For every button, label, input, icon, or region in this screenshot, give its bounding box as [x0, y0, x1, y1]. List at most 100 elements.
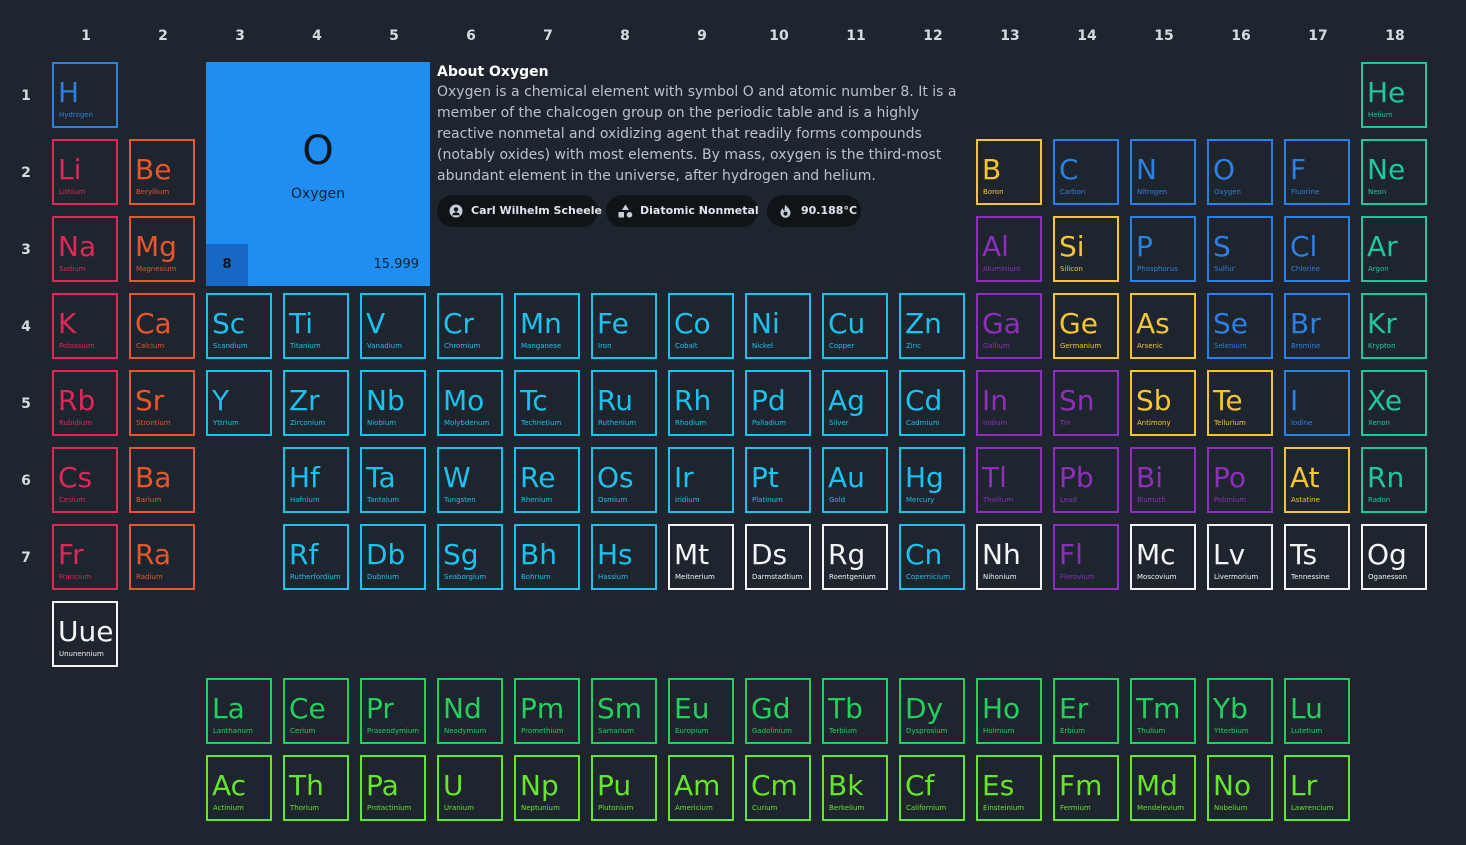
element-tile-nickel[interactable]: Ni Nickel — [745, 293, 811, 359]
element-tile-selenium[interactable]: Se Selenium — [1207, 293, 1273, 359]
element-tile-cerium[interactable]: Ce Cerium — [283, 678, 349, 744]
element-tile-europium[interactable]: Eu Europium — [668, 678, 734, 744]
element-tile-bismuth[interactable]: Bi Bismuth — [1130, 447, 1196, 513]
element-tile-manganese[interactable]: Mn Manganese — [514, 293, 580, 359]
category-chip[interactable]: Diatomic Nonmetal — [606, 195, 759, 227]
element-tile-actinium[interactable]: Ac Actinium — [206, 755, 272, 821]
element-tile-potassium[interactable]: K Potassium — [52, 293, 118, 359]
element-tile-magnesium[interactable]: Mg Magnesium — [129, 216, 195, 282]
element-tile-nitrogen[interactable]: N Nitrogen — [1130, 139, 1196, 205]
element-tile-astatine[interactable]: At Astatine — [1284, 447, 1350, 513]
element-tile-palladium[interactable]: Pd Palladium — [745, 370, 811, 436]
element-tile-fluorine[interactable]: F Fluorine — [1284, 139, 1350, 205]
element-tile-tellurium[interactable]: Te Tellurium — [1207, 370, 1273, 436]
element-tile-neon[interactable]: Ne Neon — [1361, 139, 1427, 205]
element-tile-cesium[interactable]: Cs Cesium — [52, 447, 118, 513]
element-tile-thallium[interactable]: Tl Thallium — [976, 447, 1042, 513]
element-tile-neodymium[interactable]: Nd Neodymium — [437, 678, 503, 744]
element-tile-lutetium[interactable]: Lu Lutetium — [1284, 678, 1350, 744]
element-tile-lead[interactable]: Pb Lead — [1053, 447, 1119, 513]
element-tile-thulium[interactable]: Tm Thulium — [1130, 678, 1196, 744]
element-tile-terbium[interactable]: Tb Terbium — [822, 678, 888, 744]
element-tile-curium[interactable]: Cm Curium — [745, 755, 811, 821]
element-tile-lanthanum[interactable]: La Lanthanum — [206, 678, 272, 744]
element-tile-rubidium[interactable]: Rb Rubidium — [52, 370, 118, 436]
element-tile-niobium[interactable]: Nb Niobium — [360, 370, 426, 436]
element-tile-helium[interactable]: He Helium — [1361, 62, 1427, 128]
element-tile-vanadium[interactable]: V Vanadium — [360, 293, 426, 359]
element-tile-rhodium[interactable]: Rh Rhodium — [668, 370, 734, 436]
element-tile-radium[interactable]: Ra Radium — [129, 524, 195, 590]
element-tile-indium[interactable]: In Indium — [976, 370, 1042, 436]
element-tile-aluminium[interactable]: Al Aluminium — [976, 216, 1042, 282]
discoverer-chip[interactable]: Carl Wilhelm Scheele — [437, 195, 602, 227]
element-tile-tin[interactable]: Sn Tin — [1053, 370, 1119, 436]
element-tile-americium[interactable]: Am Americium — [668, 755, 734, 821]
element-tile-protactinium[interactable]: Pa Protactinium — [360, 755, 426, 821]
element-tile-berkelium[interactable]: Bk Berkelium — [822, 755, 888, 821]
element-tile-krypton[interactable]: Kr Krypton — [1361, 293, 1427, 359]
element-tile-dysprosium[interactable]: Dy Dysprosium — [899, 678, 965, 744]
element-tile-sodium[interactable]: Na Sodium — [52, 216, 118, 282]
element-tile-chromium[interactable]: Cr Chromium — [437, 293, 503, 359]
element-tile-hafnium[interactable]: Hf Hafnium — [283, 447, 349, 513]
element-tile-strontium[interactable]: Sr Strontium — [129, 370, 195, 436]
element-tile-plutonium[interactable]: Pu Plutonium — [591, 755, 657, 821]
element-tile-flerovium[interactable]: Fl Flerovium — [1053, 524, 1119, 590]
element-tile-tennessine[interactable]: Ts Tennessine — [1284, 524, 1350, 590]
element-tile-holmium[interactable]: Ho Holmium — [976, 678, 1042, 744]
element-tile-copernicium[interactable]: Cn Copernicium — [899, 524, 965, 590]
element-tile-iridium[interactable]: Ir Iridium — [668, 447, 734, 513]
element-tile-copper[interactable]: Cu Copper — [822, 293, 888, 359]
element-tile-francium[interactable]: Fr Francium — [52, 524, 118, 590]
element-tile-bohrium[interactable]: Bh Bohrium — [514, 524, 580, 590]
element-tile-chlorine[interactable]: Cl Chlorine — [1284, 216, 1350, 282]
element-tile-roentgenium[interactable]: Rg Roentgenium — [822, 524, 888, 590]
element-tile-dubnium[interactable]: Db Dubnium — [360, 524, 426, 590]
boiling-point-chip[interactable]: 90.188°C — [767, 195, 861, 227]
element-tile-cobalt[interactable]: Co Cobalt — [668, 293, 734, 359]
element-tile-ununennium[interactable]: Uue Ununennium — [52, 601, 118, 667]
element-tile-rutherfordium[interactable]: Rf Rutherfordium — [283, 524, 349, 590]
element-tile-hydrogen[interactable]: H Hydrogen — [52, 62, 118, 128]
element-tile-samarium[interactable]: Sm Samarium — [591, 678, 657, 744]
element-tile-xenon[interactable]: Xe Xenon — [1361, 370, 1427, 436]
element-tile-fermium[interactable]: Fm Fermium — [1053, 755, 1119, 821]
element-tile-zirconium[interactable]: Zr Zirconium — [283, 370, 349, 436]
element-tile-arsenic[interactable]: As Arsenic — [1130, 293, 1196, 359]
element-tile-einsteinium[interactable]: Es Einsteinium — [976, 755, 1042, 821]
element-tile-argon[interactable]: Ar Argon — [1361, 216, 1427, 282]
element-tile-beryllium[interactable]: Be Beryllium — [129, 139, 195, 205]
element-tile-silver[interactable]: Ag Silver — [822, 370, 888, 436]
element-tile-hassium[interactable]: Hs Hassium — [591, 524, 657, 590]
element-tile-neptunium[interactable]: Np Neptunium — [514, 755, 580, 821]
element-tile-titanium[interactable]: Ti Titanium — [283, 293, 349, 359]
element-tile-molybdenum[interactable]: Mo Molybdenum — [437, 370, 503, 436]
element-tile-mendelevium[interactable]: Md Mendelevium — [1130, 755, 1196, 821]
element-tile-erbium[interactable]: Er Erbium — [1053, 678, 1119, 744]
element-tile-moscovium[interactable]: Mc Moscovium — [1130, 524, 1196, 590]
element-tile-technetium[interactable]: Tc Technetium — [514, 370, 580, 436]
element-tile-ytterbium[interactable]: Yb Ytterbium — [1207, 678, 1273, 744]
element-tile-germanium[interactable]: Ge Germanium — [1053, 293, 1119, 359]
element-tile-lawrencium[interactable]: Lr Lawrencium — [1284, 755, 1350, 821]
element-tile-oxygen[interactable]: O Oxygen — [1207, 139, 1273, 205]
element-tile-cadmium[interactable]: Cd Cadmium — [899, 370, 965, 436]
element-tile-phosphorus[interactable]: P Phosphorus — [1130, 216, 1196, 282]
element-tile-lithium[interactable]: Li Lithium — [52, 139, 118, 205]
element-tile-meitnerium[interactable]: Mt Meitnerium — [668, 524, 734, 590]
element-tile-tungsten[interactable]: W Tungsten — [437, 447, 503, 513]
element-tile-livermorium[interactable]: Lv Livermorium — [1207, 524, 1273, 590]
element-tile-osmium[interactable]: Os Osmium — [591, 447, 657, 513]
element-tile-polonium[interactable]: Po Polonium — [1207, 447, 1273, 513]
element-tile-radon[interactable]: Rn Radon — [1361, 447, 1427, 513]
element-tile-scandium[interactable]: Sc Scandium — [206, 293, 272, 359]
element-tile-calcium[interactable]: Ca Calcium — [129, 293, 195, 359]
element-tile-rhenium[interactable]: Re Rhenium — [514, 447, 580, 513]
element-tile-silicon[interactable]: Si Silicon — [1053, 216, 1119, 282]
element-tile-gold[interactable]: Au Gold — [822, 447, 888, 513]
element-tile-yttrium[interactable]: Y Yttrium — [206, 370, 272, 436]
element-tile-gallium[interactable]: Ga Gallium — [976, 293, 1042, 359]
element-tile-boron[interactable]: B Boron — [976, 139, 1042, 205]
element-tile-antimony[interactable]: Sb Antimony — [1130, 370, 1196, 436]
